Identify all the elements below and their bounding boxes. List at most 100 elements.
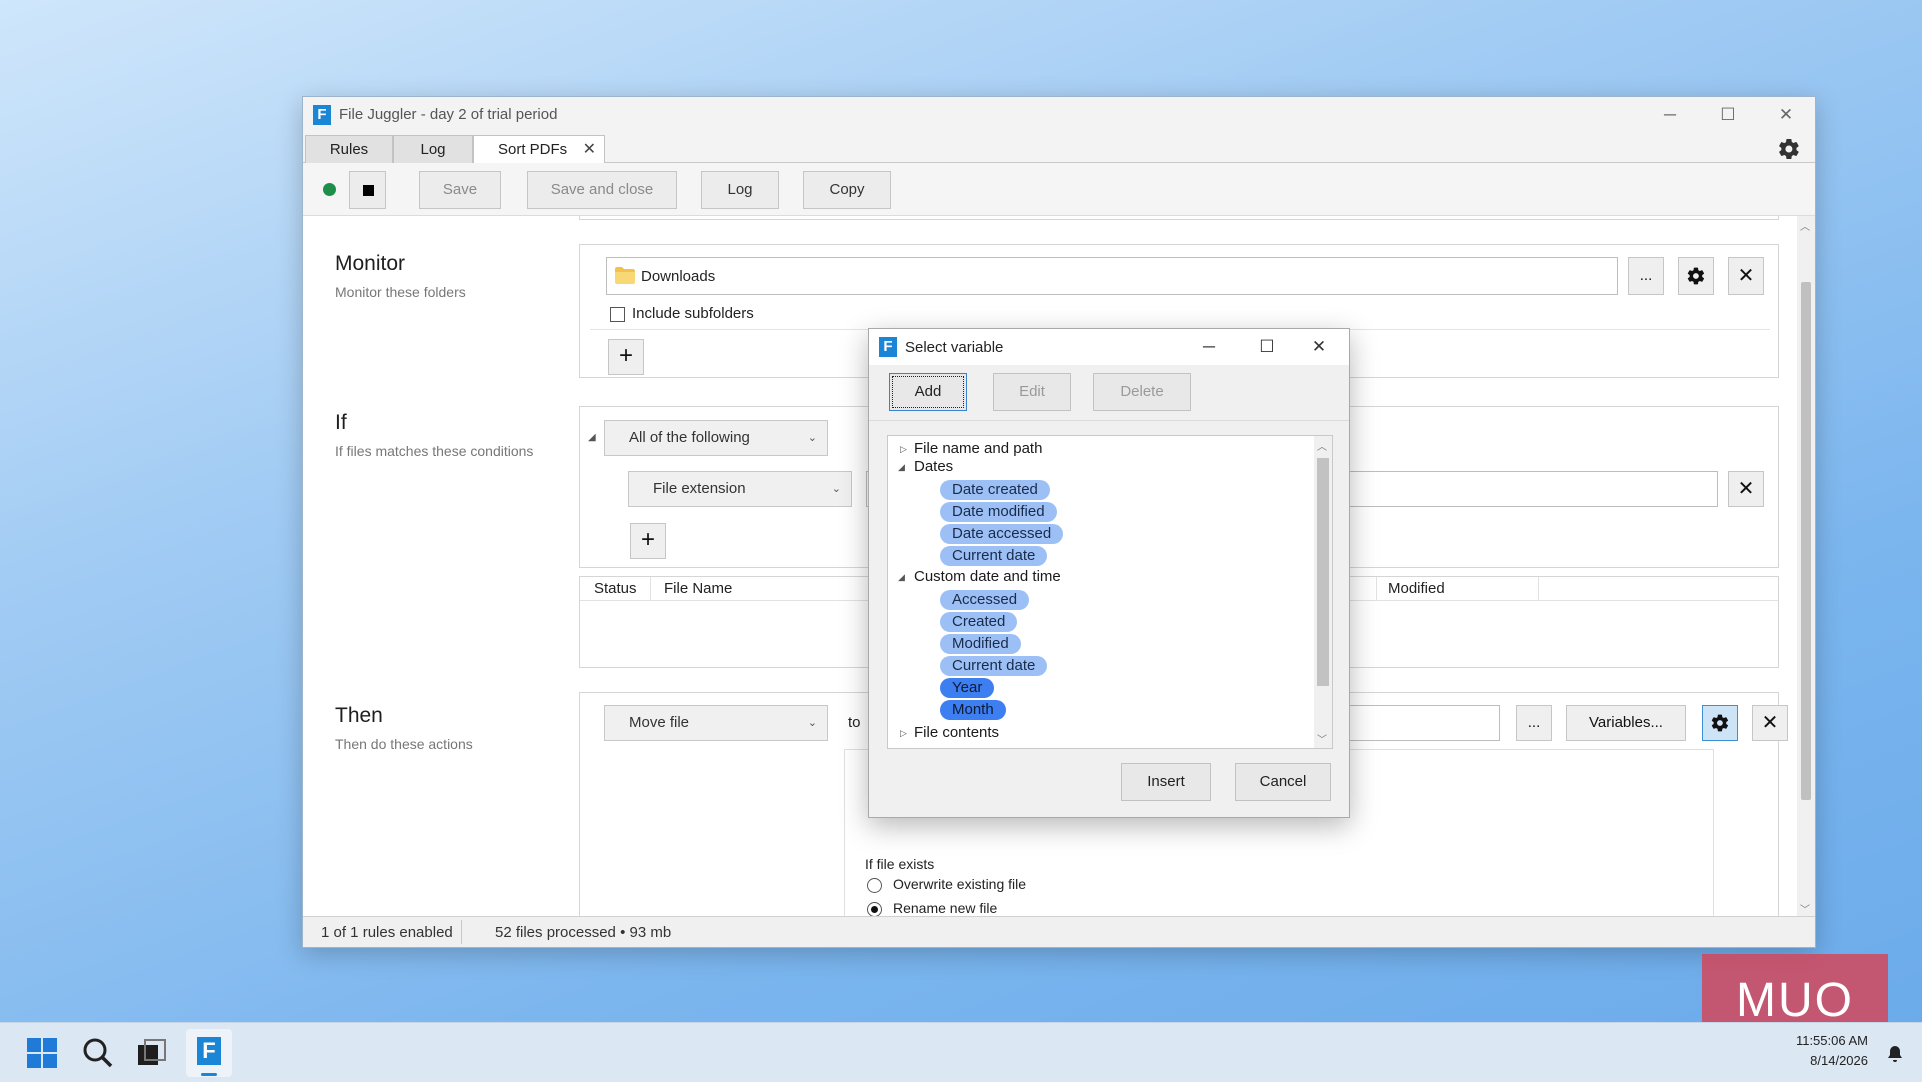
tree-scrollbar[interactable]: ︿ ﹀	[1314, 436, 1332, 748]
file-juggler-taskbar-button[interactable]: F	[186, 1029, 232, 1077]
variable-custom-current-date[interactable]: Current date	[940, 656, 1048, 676]
collapse-triangle-icon[interactable]: ◢	[898, 456, 905, 478]
tab-label: Sort PDFs	[498, 141, 568, 158]
status-divider	[461, 920, 462, 944]
condition-type-dropdown[interactable]: File extension ⌄	[628, 471, 852, 507]
rule-enabled-status-dot[interactable]	[323, 183, 336, 196]
remove-condition-button[interactable]: ✕	[1728, 471, 1764, 507]
copy-button[interactable]: Copy	[803, 171, 891, 209]
action-type-value: Move file	[629, 714, 690, 731]
include-subfolders-label: Include subfolders	[632, 305, 754, 322]
if-file-exists-label: If file exists	[865, 856, 935, 872]
close-icon: ✕	[1761, 712, 1779, 734]
action-type-dropdown[interactable]: Move file ⌄	[604, 705, 828, 741]
variable-accessed[interactable]: Accessed	[940, 590, 1030, 610]
select-variable-dialog: F Select variable ─ ☐ ✕ Add Edit Delete …	[868, 328, 1350, 818]
variable-modified[interactable]: Modified	[940, 634, 1021, 654]
dialog-maximize-button[interactable]: ☐	[1243, 329, 1291, 365]
monitor-title: Monitor	[335, 252, 406, 275]
scroll-thumb[interactable]	[1801, 282, 1811, 800]
title-bar: F File Juggler - day 2 of trial period ─…	[303, 97, 1815, 133]
save-button[interactable]: Save	[419, 171, 501, 209]
tab-log[interactable]: Log	[393, 135, 473, 164]
tab-sort-pdfs[interactable]: Sort PDFs ✕	[473, 135, 605, 164]
save-and-close-button[interactable]: Save and close	[527, 171, 677, 209]
action-settings-button[interactable]	[1702, 705, 1738, 741]
taskbar: F 11:55:06 AM 8/14/2026	[0, 1022, 1922, 1082]
active-indicator	[201, 1073, 217, 1076]
collapse-triangle-icon[interactable]: ◢	[898, 566, 905, 588]
variable-year[interactable]: Year	[940, 678, 995, 698]
insert-button[interactable]: Insert	[1121, 763, 1211, 801]
add-folder-button[interactable]: +	[608, 339, 644, 375]
close-icon: ✕	[1737, 265, 1755, 287]
chevron-down-icon: ⌄	[807, 432, 817, 444]
close-icon: ✕	[1737, 478, 1755, 500]
overwrite-label: Overwrite existing file	[893, 876, 1027, 892]
task-view-icon[interactable]	[134, 1035, 170, 1071]
delete-variable-button[interactable]: Delete	[1093, 373, 1191, 411]
scroll-up-icon[interactable]: ︿	[1800, 218, 1810, 233]
gear-icon	[1687, 267, 1705, 285]
column-divider	[650, 577, 651, 601]
if-subtitle: If files matches these conditions	[335, 443, 534, 459]
variable-date-created[interactable]: Date created	[940, 480, 1050, 500]
overwrite-radio[interactable]	[867, 878, 882, 893]
tab-close-icon[interactable]: ✕	[583, 136, 596, 163]
variable-month[interactable]: Month	[940, 700, 1006, 720]
variable-date-modified[interactable]: Date modified	[940, 502, 1057, 522]
column-status[interactable]: Status	[594, 580, 637, 597]
gear-icon	[1711, 714, 1729, 732]
notification-bell-icon[interactable]	[1886, 1045, 1904, 1063]
dialog-title-bar: F Select variable ─ ☐ ✕	[869, 329, 1349, 365]
scroll-down-icon[interactable]: ﹀	[1317, 731, 1327, 746]
tab-rules[interactable]: Rules	[305, 135, 393, 164]
log-button[interactable]: Log	[701, 171, 779, 209]
settings-gear-icon[interactable]	[1777, 137, 1801, 161]
expand-triangle-icon[interactable]: ▷	[900, 722, 907, 744]
previous-panel-edge	[579, 216, 1779, 220]
match-mode-dropdown[interactable]: All of the following ⌄	[604, 420, 828, 456]
dialog-minimize-button[interactable]: ─	[1185, 329, 1233, 365]
tree-scroll-thumb[interactable]	[1317, 458, 1329, 686]
browse-folder-button[interactable]: ...	[1628, 257, 1664, 295]
folder-settings-button[interactable]	[1678, 257, 1714, 295]
toolbar: Save Save and close Log Copy	[303, 163, 1815, 216]
variable-tree: ▷ File name and path ◢ Dates Date create…	[887, 435, 1333, 749]
remove-folder-button[interactable]: ✕	[1728, 257, 1764, 295]
search-icon[interactable]	[80, 1035, 116, 1071]
scroll-down-icon[interactable]: ﹀	[1800, 901, 1810, 916]
clock-date[interactable]: 8/14/2026	[1810, 1053, 1868, 1068]
clock-time[interactable]: 11:55:06 AM	[1796, 1033, 1868, 1048]
tab-label: Rules	[329, 141, 369, 158]
folder-path-field[interactable]: Downloads	[606, 257, 1618, 295]
add-variable-button[interactable]: Add	[889, 373, 967, 411]
column-file-name[interactable]: File Name	[664, 580, 732, 597]
variable-created[interactable]: Created	[940, 612, 1018, 632]
if-title: If	[335, 411, 347, 434]
add-condition-button[interactable]: +	[630, 523, 666, 559]
close-button[interactable]: ✕	[1757, 97, 1815, 133]
match-mode-value: All of the following	[629, 429, 750, 446]
browse-destination-button[interactable]: ...	[1516, 705, 1552, 741]
windows-start-icon[interactable]	[24, 1035, 60, 1071]
edit-variable-button[interactable]: Edit	[993, 373, 1071, 411]
window-title: File Juggler - day 2 of trial period	[339, 106, 558, 123]
variables-button[interactable]: Variables...	[1566, 705, 1686, 741]
maximize-button[interactable]: ☐	[1699, 97, 1757, 133]
variable-date-accessed[interactable]: Date accessed	[940, 524, 1064, 544]
column-modified[interactable]: Modified	[1388, 580, 1445, 597]
status-bar: 1 of 1 rules enabled 52 files processed …	[303, 916, 1815, 947]
vertical-scrollbar[interactable]: ︿ ﹀	[1797, 216, 1815, 918]
cancel-button[interactable]: Cancel	[1235, 763, 1331, 801]
dialog-close-button[interactable]: ✕	[1295, 329, 1343, 365]
collapse-triangle-icon[interactable]: ◢	[588, 432, 596, 443]
variable-current-date[interactable]: Current date	[940, 546, 1048, 566]
stop-button[interactable]	[349, 171, 386, 209]
rename-radio[interactable]	[867, 902, 882, 917]
include-subfolders-checkbox[interactable]	[610, 307, 625, 322]
minimize-button[interactable]: ─	[1641, 97, 1699, 133]
app-logo-icon: F	[313, 105, 331, 125]
scroll-up-icon[interactable]: ︿	[1317, 438, 1327, 453]
remove-action-button[interactable]: ✕	[1752, 705, 1788, 741]
